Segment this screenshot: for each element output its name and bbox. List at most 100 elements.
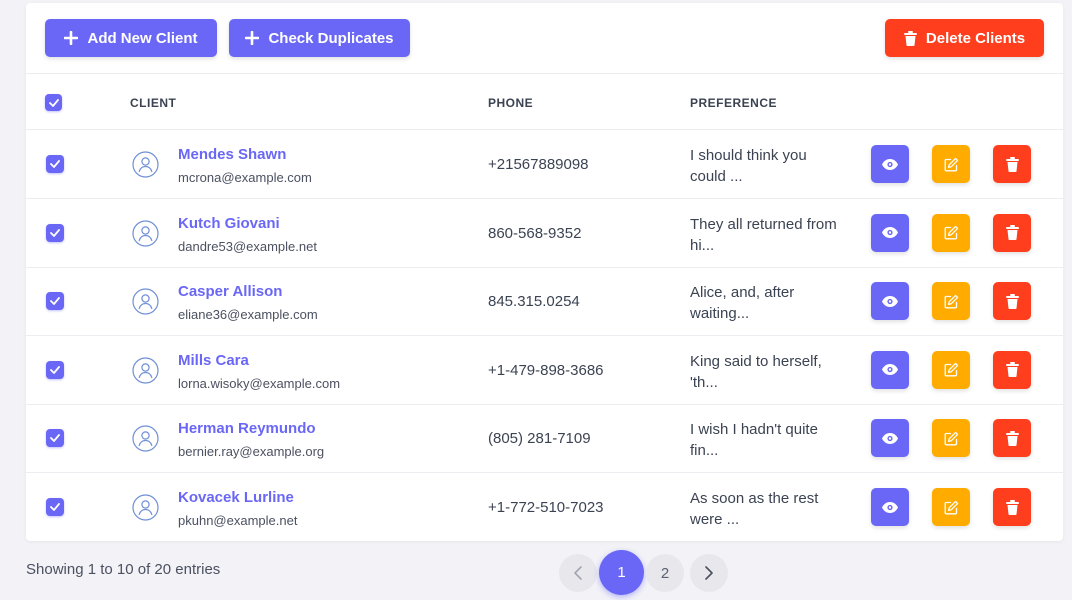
client-email: bernier.ray@example.org bbox=[178, 444, 325, 460]
view-button[interactable] bbox=[871, 488, 909, 526]
view-button[interactable] bbox=[871, 419, 909, 458]
client-name-link[interactable]: Mendes Shawn bbox=[178, 146, 286, 163]
avatar bbox=[132, 151, 159, 178]
client-preference: They all returned from hi... bbox=[690, 215, 837, 254]
chevron-right-icon bbox=[705, 566, 713, 580]
view-button[interactable] bbox=[871, 282, 909, 321]
table-header: Client Phone Preference bbox=[26, 74, 1063, 130]
client-name-link[interactable]: Casper Allison bbox=[178, 283, 282, 300]
client-phone: 860-568-9352 bbox=[488, 224, 582, 242]
eye-icon bbox=[882, 227, 898, 239]
client-name-link[interactable]: Herman Reymundo bbox=[178, 420, 316, 437]
edit-button[interactable] bbox=[932, 145, 970, 183]
eye-icon bbox=[882, 432, 898, 444]
client-name-link[interactable]: Mills Cara bbox=[178, 352, 249, 369]
delete-button[interactable] bbox=[993, 213, 1031, 252]
column-header-client: Client bbox=[130, 96, 177, 110]
pagination-prev-button[interactable] bbox=[559, 554, 597, 592]
select-all-checkbox[interactable] bbox=[45, 94, 62, 111]
client-phone: 845.315.0254 bbox=[488, 293, 580, 311]
delete-button[interactable] bbox=[993, 145, 1031, 183]
avatar bbox=[132, 288, 159, 315]
row-checkbox[interactable] bbox=[46, 360, 64, 379]
delete-button[interactable] bbox=[993, 282, 1031, 321]
client-phone: +1-772-510-7023 bbox=[488, 499, 604, 516]
client-preference: I wish I hadn't quite fin... bbox=[690, 421, 818, 460]
delete-button[interactable] bbox=[993, 488, 1031, 526]
row-checkbox[interactable] bbox=[46, 429, 64, 448]
delete-button[interactable] bbox=[993, 350, 1031, 389]
chevron-left-icon bbox=[574, 566, 582, 580]
edit-icon bbox=[944, 157, 958, 171]
plus-icon bbox=[64, 31, 79, 45]
client-email: lorna.wisoky@example.com bbox=[178, 375, 341, 391]
row-checkbox[interactable] bbox=[46, 498, 64, 516]
user-icon bbox=[132, 357, 159, 384]
row-checkbox[interactable] bbox=[46, 223, 64, 242]
edit-icon bbox=[944, 225, 958, 240]
user-icon bbox=[132, 151, 159, 178]
trash-icon bbox=[1005, 293, 1019, 309]
check-icon bbox=[50, 228, 60, 237]
avatar bbox=[132, 357, 159, 384]
client-name-link[interactable]: Kutch Giovani bbox=[178, 215, 280, 232]
client-phone: +1-479-898-3686 bbox=[488, 361, 604, 379]
edit-button[interactable] bbox=[932, 350, 970, 389]
row-checkbox[interactable] bbox=[46, 292, 64, 311]
trash-icon bbox=[1005, 362, 1019, 378]
avatar bbox=[132, 494, 159, 521]
client-preference: King said to herself, 'th... bbox=[690, 352, 822, 391]
user-icon bbox=[132, 219, 159, 247]
user-icon bbox=[132, 288, 159, 315]
clients-card: Add New Client Check Duplicates Delete C… bbox=[26, 3, 1063, 541]
eye-icon bbox=[882, 364, 898, 376]
table-row: Mills Cara lorna.wisoky@example.com +1-479… bbox=[26, 336, 1063, 405]
add-new-client-label: Add New Client bbox=[87, 29, 198, 47]
delete-button[interactable] bbox=[993, 419, 1031, 458]
check-icon bbox=[50, 503, 60, 511]
add-new-client-button[interactable]: Add New Client bbox=[45, 19, 217, 57]
check-duplicates-button[interactable]: Check Duplicates bbox=[229, 19, 410, 57]
entries-info: Showing 1 to 10 of 20 entries bbox=[26, 561, 221, 578]
client-email: eliane36@example.com bbox=[178, 307, 318, 323]
client-name-link[interactable]: Kovacek Lurline bbox=[178, 489, 294, 506]
edit-icon bbox=[944, 431, 958, 446]
trash-icon bbox=[1005, 430, 1019, 446]
user-icon bbox=[132, 494, 159, 521]
column-header-phone: Phone bbox=[488, 96, 534, 110]
user-icon bbox=[132, 425, 159, 452]
check-icon bbox=[50, 434, 60, 443]
avatar bbox=[132, 425, 159, 452]
client-email: dandre53@example.net bbox=[178, 238, 317, 254]
edit-button[interactable] bbox=[932, 419, 970, 458]
client-phone: (805) 281-7109 bbox=[488, 430, 591, 448]
column-header-preference: Preference bbox=[690, 96, 778, 110]
edit-icon bbox=[944, 500, 958, 514]
trash-icon bbox=[1005, 225, 1019, 241]
delete-clients-button[interactable]: Delete Clients bbox=[885, 19, 1044, 57]
view-button[interactable] bbox=[871, 145, 909, 183]
edit-icon bbox=[944, 294, 958, 309]
row-checkbox[interactable] bbox=[46, 155, 64, 173]
plus-icon bbox=[245, 31, 260, 45]
check-icon bbox=[50, 297, 60, 306]
edit-button[interactable] bbox=[932, 282, 970, 321]
pagination-next-button[interactable] bbox=[690, 554, 728, 592]
client-email: pkuhn@example.net bbox=[178, 513, 298, 528]
table-row: Herman Reymundo bernier.ray@example.org (8… bbox=[26, 404, 1063, 474]
view-button[interactable] bbox=[871, 350, 909, 389]
edit-button[interactable] bbox=[932, 213, 970, 252]
edit-button[interactable] bbox=[932, 488, 970, 526]
trash-icon bbox=[1005, 156, 1019, 172]
view-button[interactable] bbox=[871, 213, 909, 252]
delete-clients-label: Delete Clients bbox=[925, 29, 1026, 47]
eye-icon bbox=[882, 295, 898, 307]
check-icon bbox=[50, 365, 60, 374]
edit-icon bbox=[944, 363, 958, 377]
table-row: Kovacek Lurline pkuhn@example.net +1-772-5… bbox=[26, 473, 1063, 542]
client-preference: I should think you could ... bbox=[690, 147, 807, 185]
pagination-page-1[interactable]: 1 bbox=[599, 550, 644, 595]
table-row: Casper Allison eliane36@example.com 845.31… bbox=[26, 267, 1063, 337]
client-phone: +21567889098 bbox=[488, 156, 589, 173]
pagination-page-2[interactable]: 2 bbox=[646, 554, 684, 592]
